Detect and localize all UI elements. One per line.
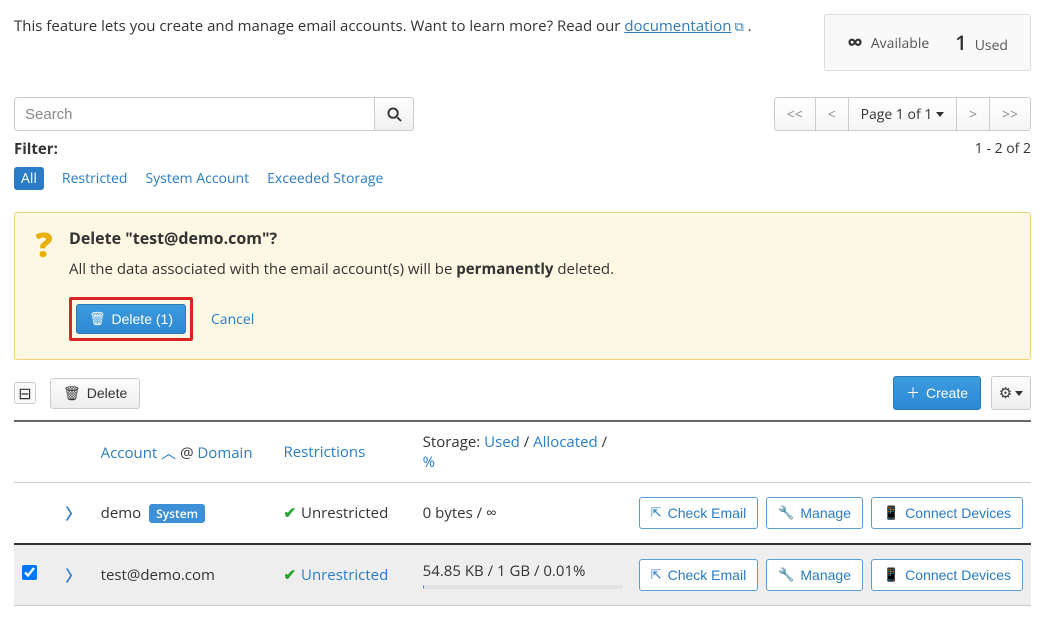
dialog-title: Delete "test@demo.com"? (69, 227, 614, 249)
check-icon: ✔ (283, 503, 296, 523)
caret-down-icon (1015, 391, 1023, 396)
connect-devices-button[interactable]: 📱Connect Devices (871, 559, 1023, 591)
check-email-button[interactable]: ⇱Check Email (639, 559, 759, 591)
expand-row-icon[interactable]: 〉 (62, 504, 85, 524)
quota-available: ∞ Available (847, 29, 929, 56)
external-icon: ⇱ (651, 505, 662, 521)
documentation-link[interactable]: documentation (624, 16, 731, 36)
check-email-button[interactable]: ⇱Check Email (639, 497, 759, 529)
quota-box: ∞ Available 1 Used (824, 14, 1031, 71)
col-restrictions[interactable]: Restrictions (275, 421, 414, 483)
system-badge: System (149, 504, 205, 523)
intro-text: This feature lets you create and manage … (14, 14, 752, 36)
results-range: 1 - 2 of 2 (975, 139, 1031, 159)
search-input[interactable] (14, 97, 374, 131)
search-icon (387, 107, 402, 122)
search-button[interactable] (374, 97, 414, 131)
trash-icon: 🗑 (89, 311, 106, 327)
row-checkbox[interactable] (22, 565, 37, 580)
filter-label: Filter: (14, 139, 58, 159)
create-button[interactable]: ＋Create (893, 376, 981, 410)
plus-icon: ＋ (906, 383, 920, 403)
pager-page-dropdown[interactable]: Page 1 of 1 (848, 97, 957, 131)
pager-next-button[interactable]: > (956, 97, 990, 131)
delete-confirm-dialog: ? Delete "test@demo.com"? All the data a… (14, 212, 1031, 360)
table-row: 〉 demoSystem✔Unrestricted0 bytes / ∞⇱Chec… (14, 483, 1031, 545)
select-all-checkbox[interactable]: ⊟ (14, 382, 36, 404)
confirm-delete-button[interactable]: 🗑 Delete (1) (76, 304, 186, 334)
phone-icon: 📱 (883, 567, 899, 583)
cell-restriction: ✔Unrestricted (275, 483, 414, 545)
trash-icon: 🗑 (63, 385, 81, 402)
sort-asc-icon: ︿ (161, 443, 180, 463)
caret-down-icon (936, 112, 944, 117)
cell-account: demoSystem (93, 483, 276, 545)
connect-devices-button[interactable]: 📱Connect Devices (871, 497, 1023, 529)
gear-icon: ⚙ (999, 384, 1012, 402)
external-icon: ⇱ (651, 567, 662, 583)
cell-storage: 0 bytes / ∞ (415, 483, 631, 545)
col-storage: Storage: Used / Allocated / % (415, 421, 631, 483)
dialog-body: All the data associated with the email a… (69, 259, 614, 279)
accounts-table: Account ︿ @ Domain Restrictions Storage:… (14, 420, 1031, 606)
filter-system-account[interactable]: System Account (145, 169, 249, 188)
restriction-link[interactable]: Unrestricted (301, 565, 388, 585)
cell-account: test@demo.com (93, 544, 276, 606)
bulk-delete-button[interactable]: 🗑 Delete (50, 378, 140, 409)
wrench-icon: 🔧 (778, 567, 794, 583)
pagination: << < Page 1 of 1 > >> (774, 97, 1031, 131)
storage-progress (423, 585, 623, 589)
quota-used: 1 Used (955, 29, 1008, 56)
filter-restricted[interactable]: Restricted (62, 169, 128, 188)
cell-storage: 54.85 KB / 1 GB / 0.01% (415, 544, 631, 606)
cancel-link[interactable]: Cancel (211, 310, 254, 329)
sort-used[interactable]: Used (484, 432, 520, 452)
table-row: 〉test@demo.com✔Unrestricted54.85 KB / 1 … (14, 544, 1031, 606)
question-icon: ? (31, 227, 57, 341)
pager-prev-button[interactable]: < (815, 97, 849, 131)
cell-restriction: ✔Unrestricted (275, 544, 414, 606)
instruction-highlight: 🗑 Delete (1) (69, 297, 193, 341)
sort-allocated[interactable]: Allocated (533, 432, 598, 452)
phone-icon: 📱 (883, 505, 899, 521)
filter-all[interactable]: All (14, 167, 44, 190)
filter-exceeded-storage[interactable]: Exceeded Storage (267, 169, 383, 188)
settings-dropdown-button[interactable]: ⚙ (991, 376, 1031, 410)
col-account[interactable]: Account ︿ @ Domain (93, 421, 276, 483)
manage-button[interactable]: 🔧Manage (766, 559, 863, 591)
pager-last-button[interactable]: >> (989, 97, 1031, 131)
expand-row-icon[interactable]: 〉 (62, 566, 85, 586)
sort-percent[interactable]: % (423, 452, 435, 472)
infinity-icon: ∞ (847, 31, 863, 53)
check-icon: ✔ (283, 565, 296, 585)
manage-button[interactable]: 🔧Manage (766, 497, 863, 529)
pager-first-button[interactable]: << (774, 97, 816, 131)
external-link-icon: ⧉ (734, 17, 743, 35)
wrench-icon: 🔧 (778, 505, 794, 521)
